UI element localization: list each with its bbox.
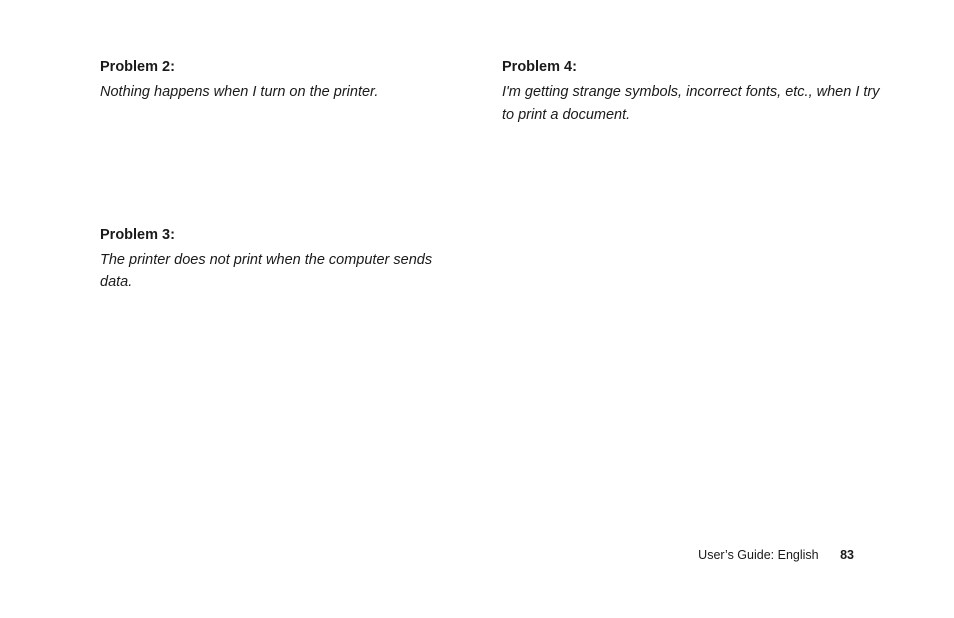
footer-label: User’s Guide: English — [698, 548, 818, 562]
problem-4-title: Problem 4: — [502, 56, 882, 79]
problem-block-2: Problem 2: Nothing happens when I turn o… — [100, 56, 460, 104]
problem-4-description: I'm getting strange symbols, incorrect f… — [502, 81, 882, 126]
problem-3-title: Problem 3: — [100, 224, 460, 247]
problem-3-description: The printer does not print when the comp… — [100, 249, 460, 294]
left-column: Problem 2: Nothing happens when I turn o… — [100, 56, 460, 414]
footer-page-number: 83 — [840, 548, 854, 562]
problem-block-4: Problem 4: I'm getting strange symbols, … — [502, 56, 882, 126]
problem-2-title: Problem 2: — [100, 56, 460, 79]
problem-2-description: Nothing happens when I turn on the print… — [100, 81, 460, 103]
right-column: Problem 4: I'm getting strange symbols, … — [502, 56, 882, 246]
page-footer: User’s Guide: English 83 — [554, 548, 854, 562]
problem-block-3: Problem 3: The printer does not print wh… — [100, 224, 460, 294]
document-page: Problem 2: Nothing happens when I turn o… — [0, 0, 954, 618]
